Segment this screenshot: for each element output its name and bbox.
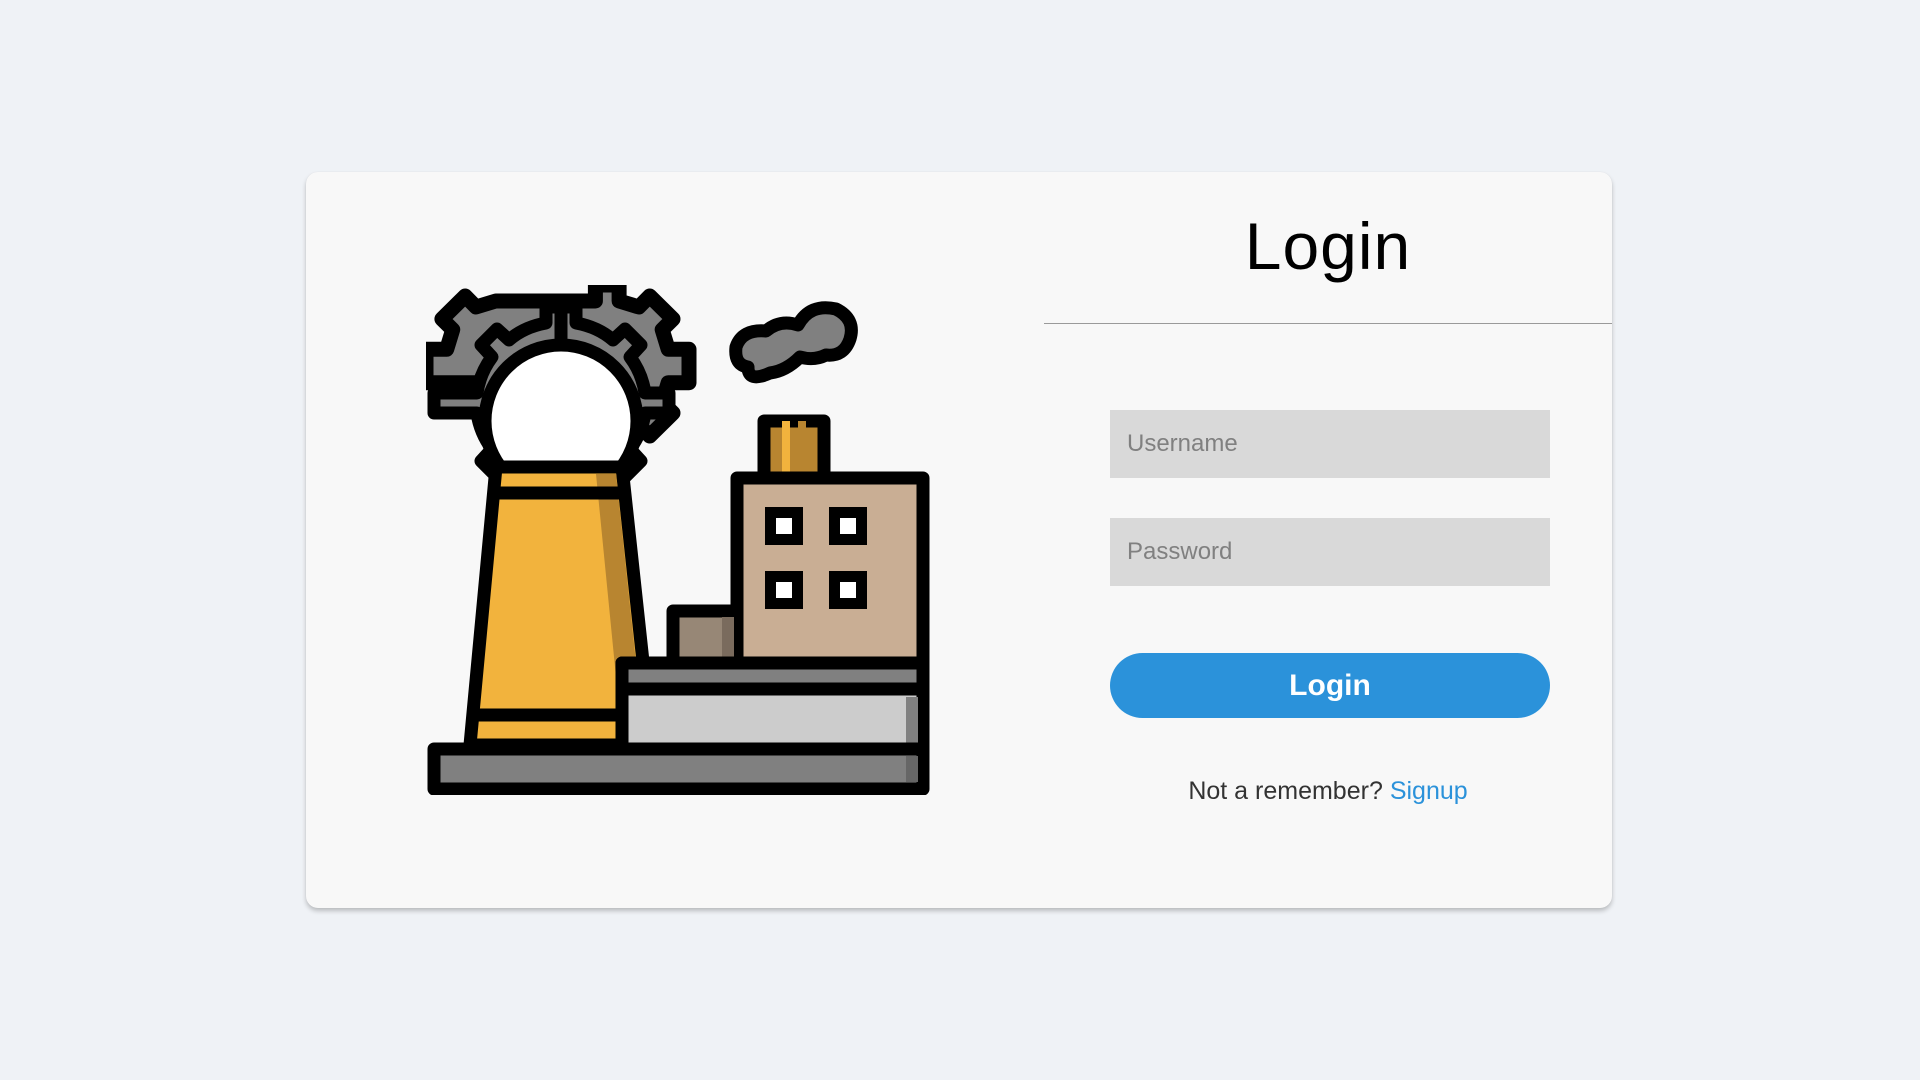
illustration-panel xyxy=(306,172,1044,908)
login-button[interactable]: Login xyxy=(1110,653,1550,718)
login-card: Login Login Not a remember? Signup xyxy=(306,172,1612,908)
page-title: Login xyxy=(1244,209,1412,283)
factory-icon xyxy=(426,285,930,795)
username-input[interactable] xyxy=(1110,410,1550,478)
title-divider xyxy=(1044,323,1612,324)
signup-row: Not a remember? Signup xyxy=(1044,776,1612,806)
login-form-panel: Login Login Not a remember? Signup xyxy=(1044,172,1612,908)
signup-prompt: Not a remember? xyxy=(1188,777,1383,805)
password-input[interactable] xyxy=(1110,518,1550,586)
signup-link[interactable]: Signup xyxy=(1390,777,1468,805)
